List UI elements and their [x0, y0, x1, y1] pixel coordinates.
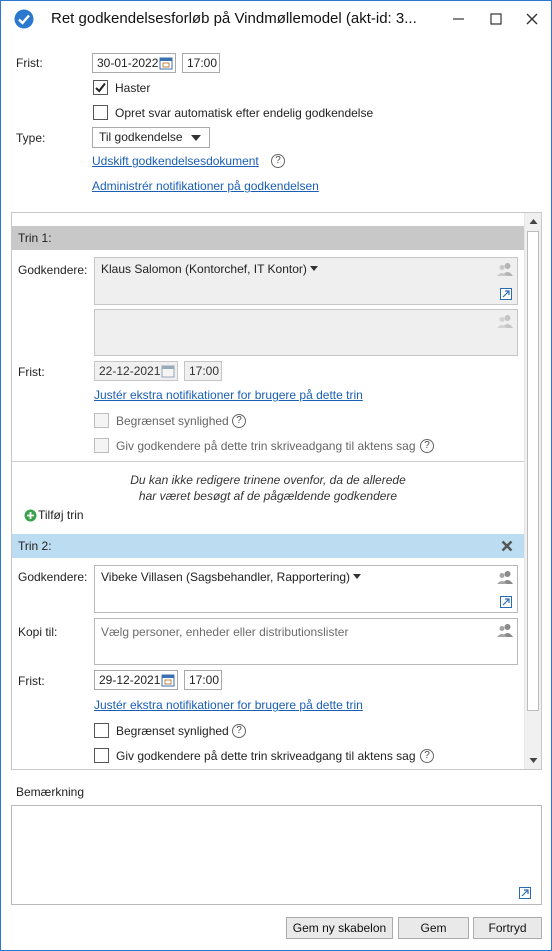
step-2-approvers-label: Godkendere:: [18, 570, 88, 584]
step-2-approvers-box[interactable]: Vibeke Villasen (Sagsbehandler, Rapporte…: [94, 565, 518, 613]
step-2-approver-name: Vibeke Villasen (Sagsbehandler, Rapporte…: [101, 570, 351, 584]
type-label: Type:: [16, 131, 46, 145]
step-1-copy-box: [94, 309, 518, 356]
calendar-icon: [161, 365, 175, 378]
auto-reply-checkbox[interactable]: [93, 105, 108, 120]
dialog-window: Ret godkendelsesforløb på Vindmøllemodel…: [0, 0, 552, 951]
step-2-deadline-date-value: 29-12-2021: [99, 673, 161, 687]
urgent-checkbox[interactable]: [93, 80, 108, 95]
people-icon: [497, 315, 513, 328]
help-icon[interactable]: ?: [232, 414, 246, 428]
step-1-write-access-checkbox: [94, 438, 109, 453]
chevron-down-icon: [191, 135, 201, 141]
window-title: Ret godkendelsesforløb på Vindmøllemodel…: [51, 10, 417, 27]
step-2-limited-visibility-label: Begrænset synlighed: [116, 724, 229, 738]
step-1-limited-visibility-checkbox: [94, 413, 109, 428]
save-button[interactable]: Gem: [398, 917, 469, 939]
help-icon[interactable]: ?: [232, 724, 246, 738]
step-1-limited-visibility-label: Begrænset synlighed: [116, 414, 229, 428]
step-1-approver-value: Klaus Salomon (Kontorchef, IT Kontor): [101, 262, 318, 276]
type-select-value: Til godkendelse: [99, 130, 183, 144]
locked-steps-note-line-1: Du kan ikke redigere trinene ovenfor, da…: [130, 473, 406, 487]
minimize-button[interactable]: [447, 7, 471, 31]
step-1-approvers-box: Klaus Salomon (Kontorchef, IT Kontor): [94, 257, 518, 305]
step-1-extra-notifications-link[interactable]: Justér ekstra notifikationer for brugere…: [94, 388, 363, 402]
add-step-label: Tilføj trin: [38, 508, 84, 522]
locked-steps-note-line-2: har været besøgt af de pågældende godken…: [138, 489, 398, 503]
step-1-approvers-label: Godkendere:: [18, 263, 88, 277]
close-icon: [501, 540, 513, 552]
step-1-deadline-label: Frist:: [18, 365, 45, 379]
step-1-deadline-time-field: 17:00: [184, 361, 222, 381]
step-2-header-label: Trin 2:: [18, 539, 52, 553]
expand-icon[interactable]: [519, 887, 531, 899]
save-template-button[interactable]: Gem ny skabelon: [286, 917, 393, 939]
step-1-header: Trin 1:: [12, 226, 524, 250]
cancel-button[interactable]: Fortryd: [473, 917, 542, 939]
steps-scrollbar[interactable]: [524, 213, 541, 769]
step-1-approver-name: Klaus Salomon (Kontorchef, IT Kontor): [101, 262, 307, 276]
people-icon[interactable]: [497, 623, 513, 637]
help-icon[interactable]: ?: [420, 749, 434, 763]
people-icon[interactable]: [497, 570, 513, 584]
maximize-button[interactable]: [484, 7, 508, 31]
step-1-deadline-date-field: 22-12-2021: [94, 361, 178, 381]
calendar-icon[interactable]: [159, 56, 173, 70]
manage-notifications-link[interactable]: Administrér notifikationer på godkendels…: [92, 179, 319, 193]
scroll-down-arrow-icon[interactable]: [526, 753, 541, 768]
help-icon[interactable]: ?: [271, 154, 285, 168]
remove-step-button[interactable]: [500, 539, 514, 553]
people-icon: [497, 263, 513, 276]
replace-document-link[interactable]: Udskift godkendelsesdokument: [92, 154, 259, 168]
step-2-deadline-date-field[interactable]: 29-12-2021: [94, 670, 178, 690]
deadline-date-field[interactable]: 30-01-2022: [92, 53, 176, 73]
step-2-copy-box[interactable]: Vælg personer, enheder eller distributio…: [94, 618, 518, 665]
deadline-time-field[interactable]: 17:00: [182, 53, 220, 73]
approval-check-icon: [14, 9, 34, 29]
close-icon: [526, 13, 538, 25]
step-2-write-access-label: Giv godkendere på dette trin skriveadgan…: [116, 749, 416, 763]
remark-label: Bemærkning: [16, 785, 85, 799]
step-2-deadline-label: Frist:: [18, 674, 45, 688]
checkmark-icon: [95, 82, 106, 93]
divider: [12, 461, 524, 462]
title-bar[interactable]: Ret godkendelsesforløb på Vindmøllemodel…: [1, 1, 551, 37]
steps-panel: Trin 1: Godkendere: Klaus Salomon (Konto…: [11, 212, 542, 770]
minimize-icon: [453, 18, 464, 20]
dropdown-caret-icon[interactable]: [353, 574, 362, 579]
deadline-date-value: 30-01-2022: [97, 56, 159, 70]
step-1-write-access-label: Giv godkendere på dette trin skriveadgan…: [116, 439, 416, 453]
add-circle-icon: [24, 509, 37, 522]
type-select[interactable]: Til godkendelse: [92, 127, 210, 148]
calendar-icon[interactable]: [161, 673, 175, 687]
scroll-up-arrow-icon[interactable]: [526, 214, 541, 229]
step-2-deadline-time-field[interactable]: 17:00: [184, 670, 222, 690]
step-2-copy-label: Kopi til:: [18, 625, 58, 639]
expand-icon: [500, 288, 512, 300]
maximize-icon: [490, 13, 502, 25]
step-2-limited-visibility-checkbox[interactable]: [94, 723, 109, 738]
step-2-header: Trin 2:: [12, 534, 524, 558]
step-1-deadline-date-value: 22-12-2021: [99, 364, 161, 378]
deadline-label: Frist:: [16, 56, 43, 70]
urgent-label: Haster: [115, 81, 151, 95]
dropdown-caret-icon: [309, 266, 318, 271]
step-2-approver-value[interactable]: Vibeke Villasen (Sagsbehandler, Rapporte…: [101, 570, 362, 584]
remark-textarea[interactable]: [11, 805, 542, 905]
close-button[interactable]: [520, 7, 544, 31]
step-2-extra-notifications-link[interactable]: Justér ekstra notifikationer for brugere…: [94, 698, 363, 712]
auto-reply-label: Opret svar automatisk efter endelig godk…: [115, 106, 374, 120]
expand-icon[interactable]: [500, 596, 512, 608]
help-icon[interactable]: ?: [420, 439, 434, 453]
step-2-write-access-checkbox[interactable]: [94, 748, 109, 763]
scrollbar-thumb[interactable]: [527, 231, 539, 711]
step-2-copy-placeholder: Vælg personer, enheder eller distributio…: [101, 625, 349, 639]
